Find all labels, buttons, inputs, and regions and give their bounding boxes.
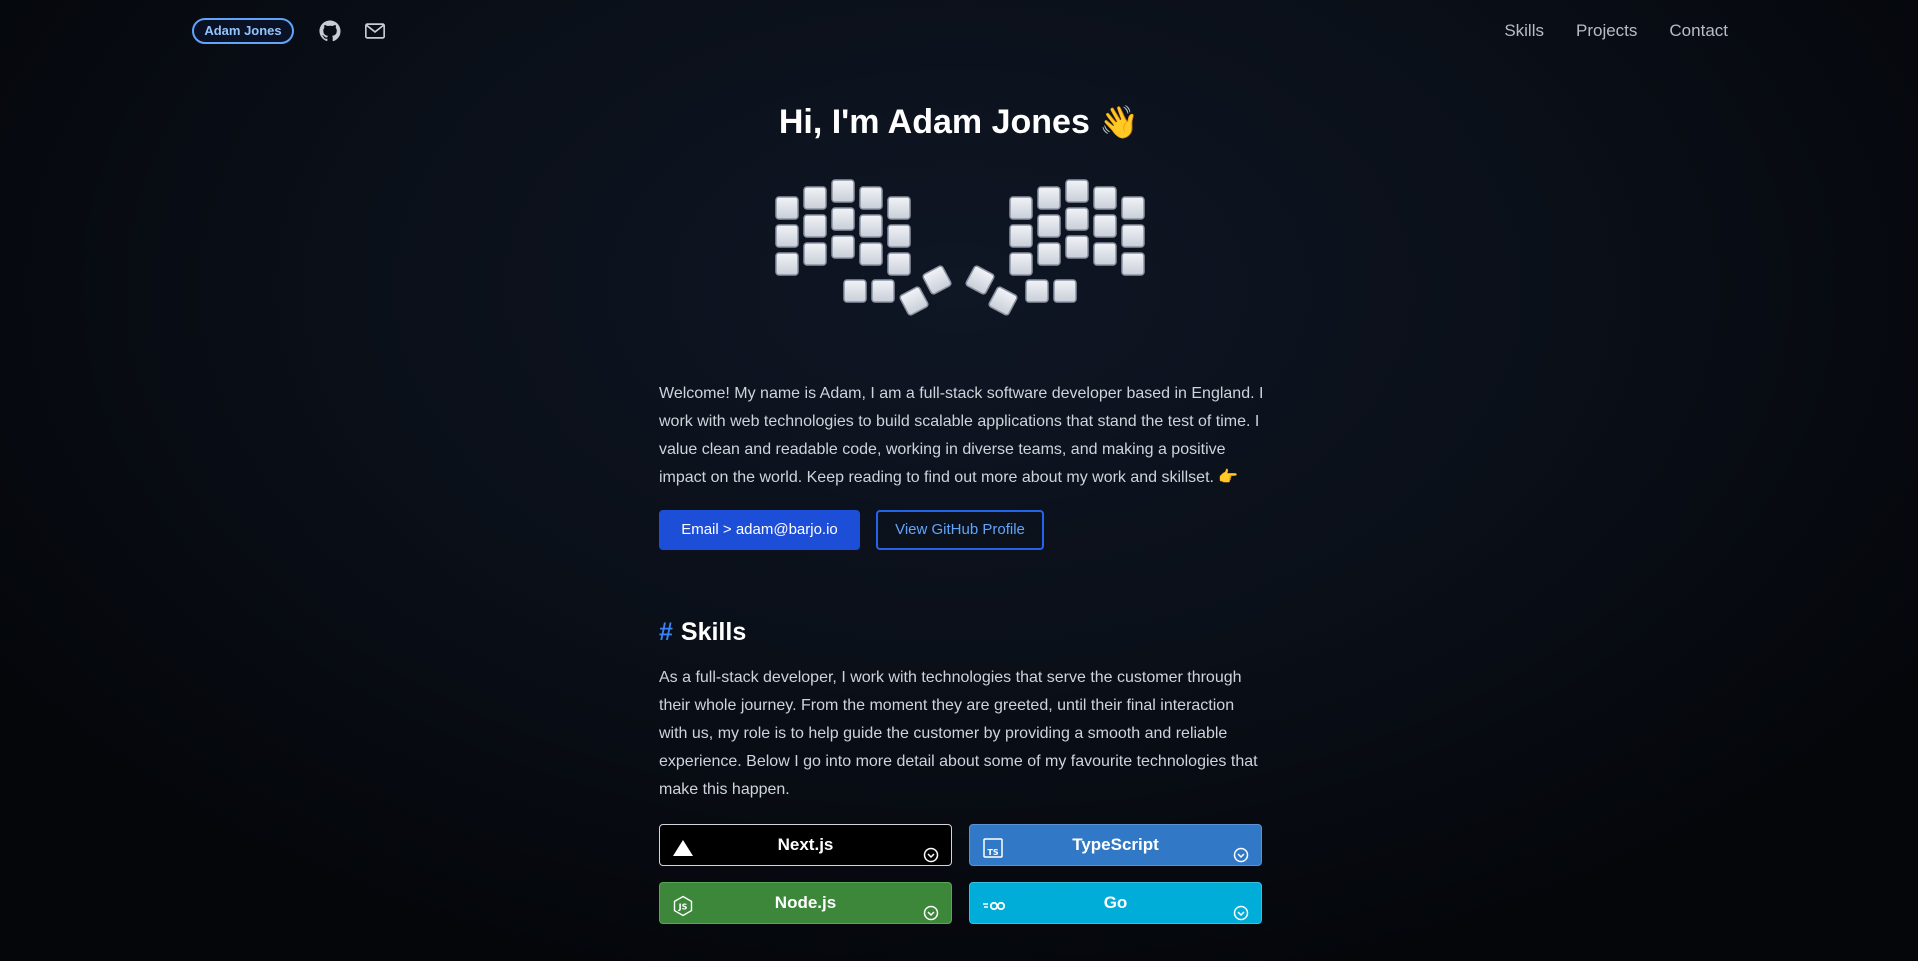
skills-paragraph: As a full-stack developer, I work with t… <box>659 669 1258 798</box>
email-button[interactable]: Email > adam@barjo.io <box>659 510 860 550</box>
nextjs-triangle-icon <box>672 834 694 856</box>
intro-paragraph: Welcome! My name is Adam, I am a full-st… <box>659 385 1264 486</box>
skills-heading: # Skills <box>659 616 1264 648</box>
hero-title: Hi, I'm Adam Jones 👋 <box>0 98 1918 146</box>
svg-text:TS: TS <box>987 848 998 857</box>
cta-buttons: Email > adam@barjo.io View GitHub Profil… <box>659 510 1264 550</box>
split-keyboard-illustration <box>770 172 1150 327</box>
nav-links: Skills Projects Contact <box>1504 20 1728 42</box>
chevron-down-icon <box>923 896 939 921</box>
skill-card-typescript[interactable]: TS TypeScript <box>969 824 1262 866</box>
skill-label: Go <box>1103 893 1128 912</box>
svg-text:JS: JS <box>678 903 688 912</box>
skill-label: TypeScript <box>1072 835 1159 854</box>
nav-link-projects[interactable]: Projects <box>1576 20 1637 42</box>
skill-label: Node.js <box>774 893 837 912</box>
wave-emoji-icon: 👋 <box>1099 104 1140 140</box>
go-icon <box>982 892 1006 914</box>
skill-label: Next.js <box>777 835 834 854</box>
main-content: Welcome! My name is Adam, I am a full-st… <box>659 380 1264 924</box>
typescript-icon: TS <box>982 834 1004 858</box>
nav-link-skills[interactable]: Skills <box>1504 20 1544 42</box>
nav-link-contact[interactable]: Contact <box>1669 20 1728 42</box>
github-profile-button[interactable]: View GitHub Profile <box>876 510 1044 550</box>
keyboard-svg <box>775 179 1145 316</box>
chevron-down-icon <box>1233 896 1249 921</box>
nodejs-icon: JS <box>672 892 694 917</box>
top-nav: Adam Jones Skills Projects Contact <box>0 0 1918 62</box>
mail-icon[interactable] <box>364 20 386 42</box>
brand-pill[interactable]: Adam Jones <box>192 18 294 44</box>
skill-card-go[interactable]: Go <box>969 882 1262 924</box>
skill-card-nextjs[interactable]: Next.js <box>659 824 952 866</box>
skills-grid: Next.js TS TypeScript JS Node.js Go <box>659 824 1264 924</box>
github-icon[interactable] <box>319 20 341 42</box>
chevron-down-icon <box>1233 838 1249 863</box>
chevron-down-icon <box>923 838 939 863</box>
hash-anchor-icon[interactable]: # <box>659 618 673 646</box>
skills-heading-text: Skills <box>680 618 747 646</box>
hero-title-text: Hi, I'm Adam Jones <box>778 103 1090 141</box>
skill-card-nodejs[interactable]: JS Node.js <box>659 882 952 924</box>
